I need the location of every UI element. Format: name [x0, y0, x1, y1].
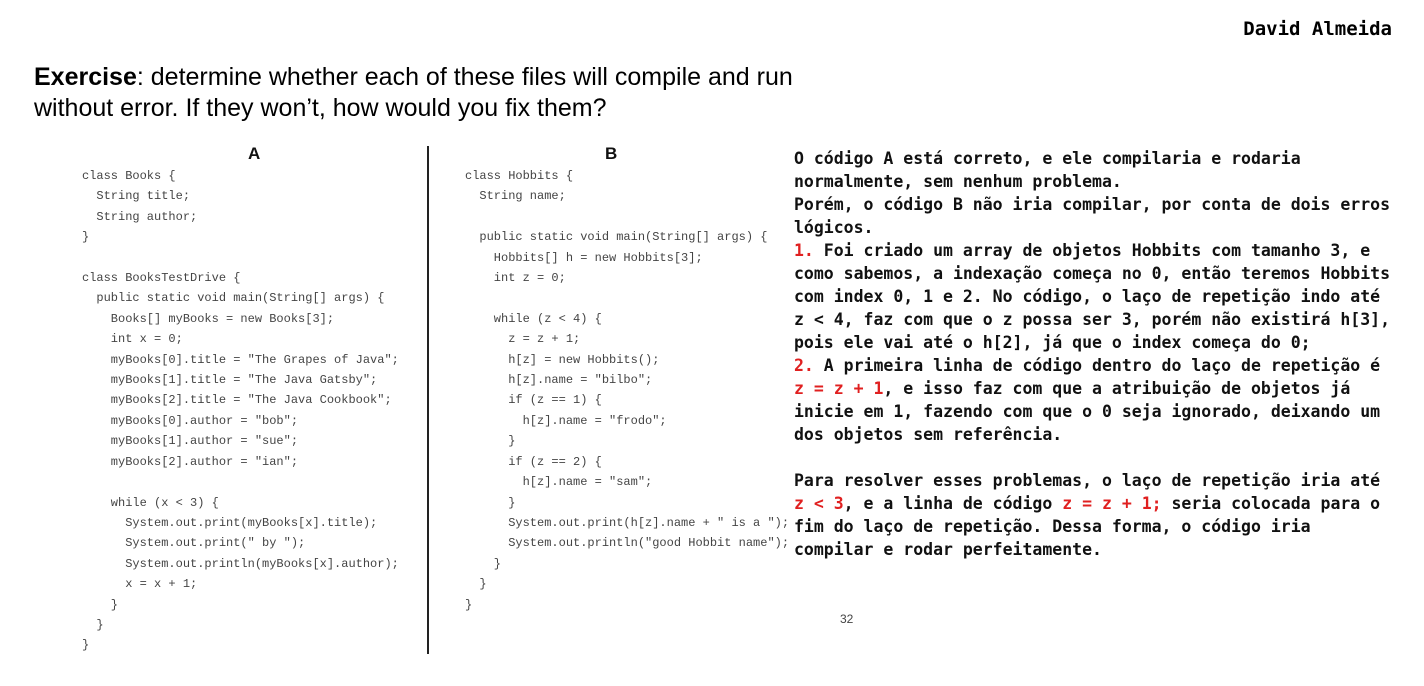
answer-paragraph-a: O código A está correto, e ele compilari… — [794, 149, 1301, 191]
fix-code-2: z = z + 1; — [1062, 494, 1162, 513]
item-2-text-a: A primeira linha de código dentro do laç… — [813, 356, 1381, 375]
answer-item-1: 1. Foi criado um array de objetos Hobbit… — [794, 239, 1394, 354]
answer-text: O código A está correto, e ele compilari… — [794, 147, 1394, 561]
code-listing-b: class Hobbits { String name; public stat… — [465, 169, 790, 612]
fix-code-1: z < 3 — [794, 494, 844, 513]
item-2-number: 2. — [794, 356, 814, 375]
exercise-text: : determine whether each of these files … — [34, 63, 793, 122]
item-1-number: 1. — [794, 241, 814, 260]
fix-text-b: , e a linha de código — [843, 494, 1063, 513]
exercise-label: Exercise — [34, 63, 137, 91]
code-listing-a: class Books { String title; String autho… — [82, 169, 399, 653]
answer-fix: Para resolver esses problemas, o laço de… — [794, 469, 1394, 561]
panel-a-heading: A — [248, 144, 261, 163]
answer-item-2: 2. A primeira linha de código dentro do … — [794, 354, 1394, 446]
code-panel-a: A class Books { String title; String aut… — [82, 144, 422, 664]
panel-divider — [427, 146, 429, 654]
author-name: David Almeida — [1243, 18, 1392, 40]
fix-text-a: Para resolver esses problemas, o laço de… — [794, 471, 1381, 490]
item-2-code: z = z + 1 — [794, 379, 884, 398]
answer-paragraph-b: Porém, o código B não iria compilar, por… — [794, 195, 1391, 237]
panel-b-heading: B — [605, 144, 618, 163]
item-1-text: Foi criado um array de objetos Hobbits c… — [794, 241, 1391, 352]
code-panel-b: B class Hobbits { String name; public st… — [465, 144, 789, 624]
page-number: 32 — [840, 612, 854, 626]
exercise-prompt: Exercise: determine whether each of thes… — [34, 62, 834, 124]
